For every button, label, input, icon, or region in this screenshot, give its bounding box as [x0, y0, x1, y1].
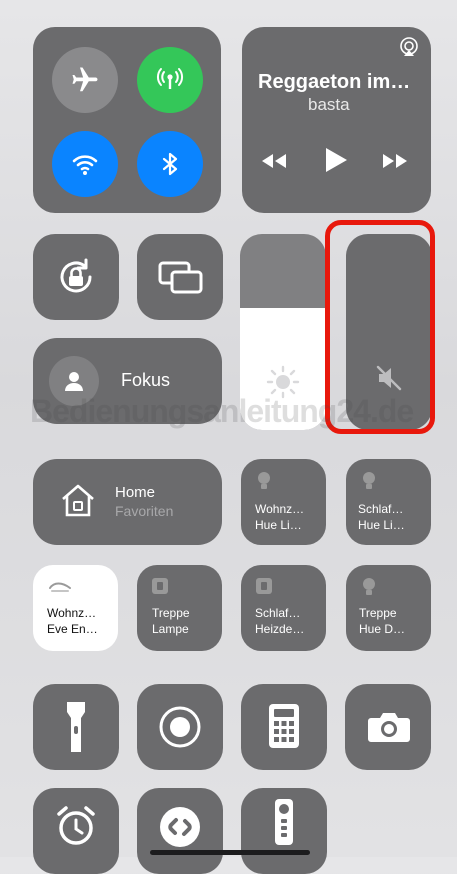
accessory-line1: Schlaf…: [255, 606, 301, 620]
accessory-tile[interactable]: Treppe Hue D…: [346, 565, 431, 651]
remote-icon: [274, 798, 294, 851]
lightbulb-icon: [361, 577, 377, 602]
outlet-icon: [48, 579, 72, 598]
accessory-line2: Hue D…: [359, 622, 406, 636]
accessory-line2: Hue Li…: [255, 518, 302, 532]
focus-label: Fokus: [121, 370, 171, 390]
camera-button[interactable]: [345, 684, 431, 770]
cellular-antenna-icon: [157, 68, 183, 89]
accessory-tile[interactable]: Wohnz… Hue Li…: [241, 459, 326, 545]
accessory-line1: Schlaf…: [358, 502, 404, 516]
switch-icon: [151, 577, 169, 600]
home-title: Home: [115, 484, 156, 501]
calculator-icon: [268, 703, 300, 754]
accessory-line2: Eve En…: [47, 622, 98, 636]
switch-icon: [255, 577, 273, 600]
airplay-icon[interactable]: [398, 36, 420, 63]
wifi-button[interactable]: [52, 131, 118, 197]
fast-forward-icon[interactable]: [381, 150, 411, 177]
home-indicator[interactable]: [150, 850, 310, 855]
shazam-button[interactable]: [137, 788, 223, 874]
screen-mirroring-button[interactable]: [137, 234, 223, 320]
accessory-tile[interactable]: Treppe Lampe: [137, 565, 222, 651]
lightbulb-icon: [361, 471, 377, 496]
person-icon: [65, 372, 83, 391]
flashlight-icon: [65, 700, 87, 759]
bluetooth-button[interactable]: [137, 131, 203, 197]
calculator-button[interactable]: [241, 684, 327, 770]
now-playing-subtitle: basta: [308, 95, 350, 114]
accessory-line1: Wohnz…: [47, 606, 97, 620]
home-icon: [59, 481, 97, 524]
accessory-tile-active[interactable]: Wohnz… Eve En…: [33, 565, 118, 651]
lightbulb-icon: [256, 471, 272, 496]
alarm-clock-icon: [55, 804, 97, 853]
accessory-tile[interactable]: Schlaf… Heizde…: [241, 565, 326, 651]
accessory-line2: Hue Li…: [358, 518, 405, 532]
cellular-data-button[interactable]: [137, 47, 203, 113]
alarm-button[interactable]: [33, 788, 119, 874]
accessory-line1: Treppe: [152, 606, 190, 620]
accessory-line2: Heizde…: [255, 622, 305, 636]
accessory-line1: Treppe: [359, 606, 397, 620]
now-playing-title: Reggaeton im…: [258, 71, 411, 93]
orientation-lock-button[interactable]: [33, 234, 119, 320]
wifi-icon: [72, 155, 98, 175]
screen-mirroring-icon: [157, 258, 205, 303]
watermark: Bedienungsanleitung24.de: [30, 393, 414, 429]
accessory-line1: Wohnz…: [255, 502, 305, 516]
orientation-lock-icon: [53, 254, 99, 305]
rewind-icon[interactable]: [258, 150, 288, 177]
home-favorites-button[interactable]: Home Favoriten: [33, 459, 222, 545]
bluetooth-icon: [162, 152, 178, 176]
airplane-icon: [72, 67, 98, 92]
screen-recording-button[interactable]: [137, 684, 223, 770]
accessory-tile[interactable]: Schlaf… Hue Li…: [346, 459, 431, 545]
camera-icon: [367, 710, 411, 749]
flashlight-button[interactable]: [33, 684, 119, 770]
accessory-line2: Lampe: [152, 622, 189, 636]
shazam-icon: [158, 805, 202, 854]
record-icon: [158, 705, 202, 754]
airplane-mode-button[interactable]: [52, 47, 118, 113]
home-subtitle: Favoriten: [115, 503, 174, 519]
play-icon[interactable]: [323, 146, 349, 179]
apple-tv-remote-button[interactable]: [241, 788, 327, 874]
